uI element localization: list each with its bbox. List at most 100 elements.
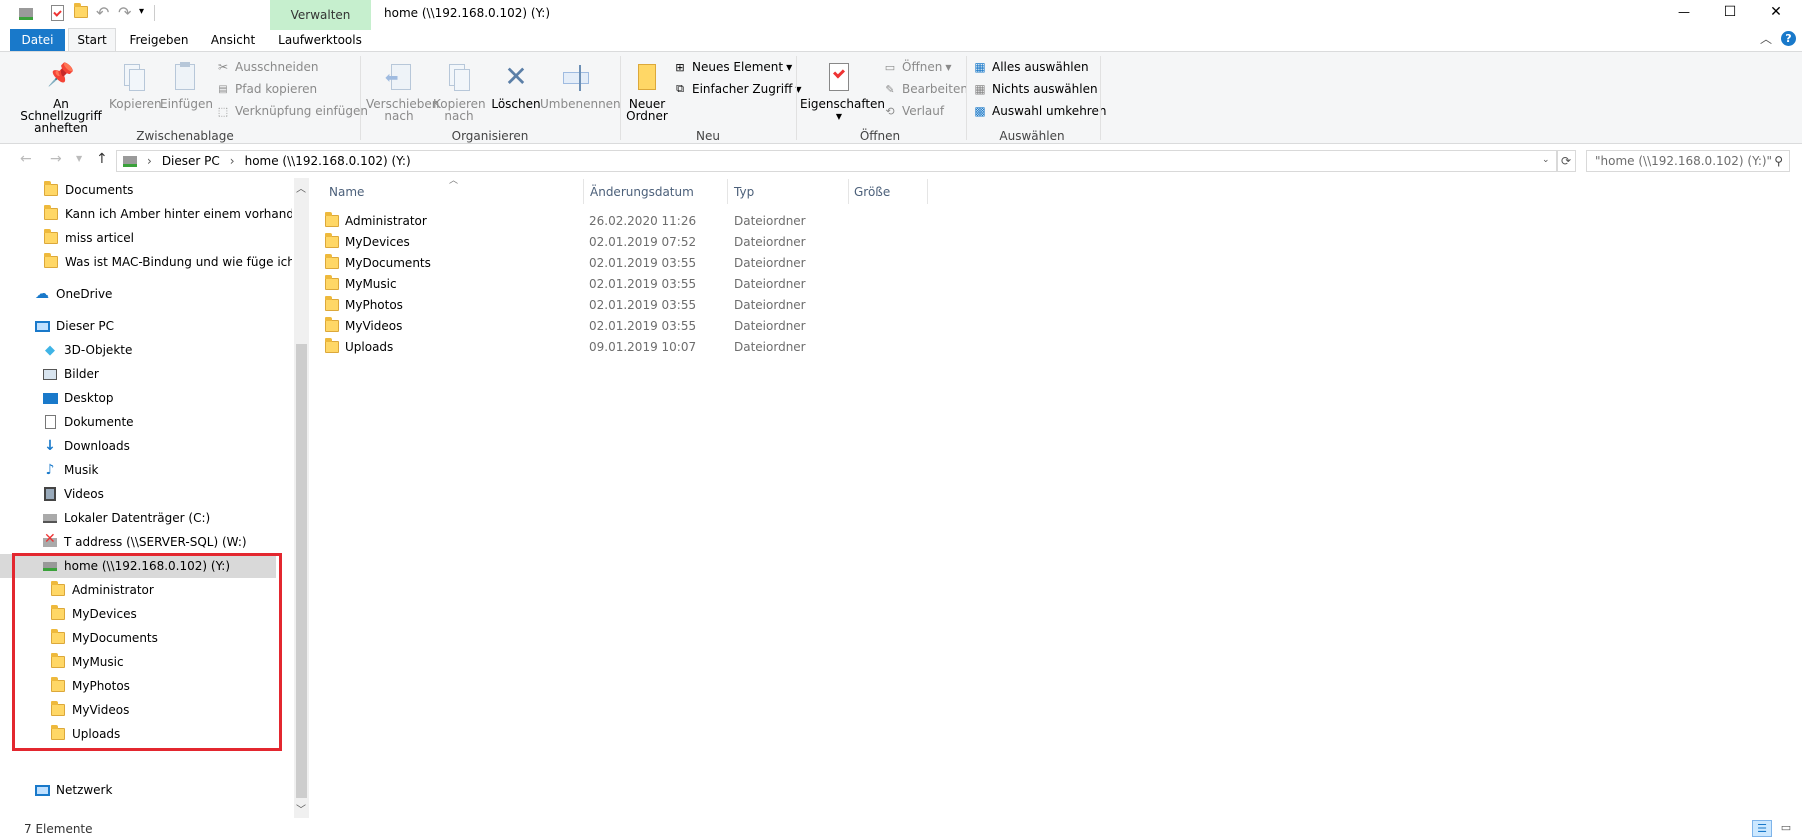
forward-button[interactable]: → <box>50 151 62 167</box>
pin-quick-access-button[interactable]: 📌 An Schnellzugriff anheften <box>14 62 108 134</box>
nav-onedrive[interactable]: ☁ OneDrive <box>0 282 292 306</box>
nav-local-disk[interactable]: Lokaler Datenträger (C:) <box>0 506 292 530</box>
nav-3d-objects[interactable]: ◆ 3D-Objekte <box>0 338 292 362</box>
recent-locations-icon[interactable]: ▼ <box>76 154 82 163</box>
properties-quick-icon[interactable] <box>51 5 64 21</box>
nav-desktop[interactable]: Desktop <box>0 386 292 410</box>
tab-datei[interactable]: Datei <box>10 29 65 51</box>
history-button[interactable]: ⟲ Verlauf <box>882 102 944 120</box>
column-separator[interactable] <box>927 179 928 204</box>
nav-disconnected-drive[interactable]: ✕ T address (\\SERVER-SQL) (W:) <box>0 530 292 554</box>
dropdown-arrow-icon: ▼ <box>786 62 793 72</box>
nav-quick-item[interactable]: Documents <box>0 178 292 202</box>
tab-start[interactable]: Start <box>68 28 116 52</box>
nav-network[interactable]: Netzwerk <box>0 778 292 802</box>
search-icon[interactable]: ⚲ <box>1774 154 1783 168</box>
app-drive-icon[interactable] <box>19 8 33 20</box>
close-button[interactable]: ✕ <box>1753 0 1799 26</box>
folder-icon <box>325 253 339 269</box>
copy-button[interactable]: Kopieren <box>109 62 162 111</box>
file-row[interactable]: Administrator 26.02.2020 11:26 Dateiordner <box>325 210 825 231</box>
column-header-size[interactable]: Größe <box>854 182 890 202</box>
redo-icon[interactable]: ↷ <box>118 3 131 22</box>
nav-downloads[interactable]: ↓ Downloads <box>0 434 292 458</box>
breadcrumb-home[interactable]: home (\\192.168.0.102) (Y:) <box>245 154 411 168</box>
scroll-down-icon[interactable]: ﹀ <box>296 801 306 816</box>
up-button[interactable]: ↑ <box>96 151 108 167</box>
file-name: MyMusic <box>345 276 397 291</box>
file-type: Dateiordner <box>734 297 806 312</box>
invert-selection-button[interactable]: ▩ Auswahl umkehren <box>972 102 1106 120</box>
minimize-button[interactable]: — <box>1661 0 1707 26</box>
address-dropdown-icon[interactable]: ⌄ <box>1542 155 1550 165</box>
help-icon[interactable]: ? <box>1781 31 1796 46</box>
highlight-box <box>12 553 282 751</box>
file-row[interactable]: MyVideos 02.01.2019 03:55 Dateiordner <box>325 315 825 336</box>
easy-access-button[interactable]: ⧉ Einfacher Zugriff ▼ <box>672 80 802 98</box>
nav-scrollbar-thumb[interactable] <box>296 344 307 798</box>
select-all-button[interactable]: ▦ Alles auswählen <box>972 58 1088 76</box>
customize-quick-access-icon[interactable]: ▾ <box>139 6 144 17</box>
search-input[interactable]: "home (\\192.168.0.102) (Y:)" ... <box>1595 154 1774 168</box>
copy-to-button[interactable]: Kopieren nach <box>433 62 486 122</box>
nav-label: 3D-Objekte <box>64 343 133 357</box>
nav-quick-item[interactable]: Was ist MAC-Bindung und wie füge ich die <box>0 250 292 274</box>
column-separator[interactable] <box>583 179 584 204</box>
properties-button[interactable]: Eigenschaften ▼ <box>800 62 885 123</box>
edit-button[interactable]: ✎ Bearbeiten <box>882 80 968 98</box>
scissors-icon: ✂ <box>217 60 229 74</box>
nav-music[interactable]: ♪ Musik <box>0 458 292 482</box>
edit-label: Bearbeiten <box>902 82 968 96</box>
copy-path-button[interactable]: ▤ Pfad kopieren <box>215 80 317 98</box>
file-name: Administrator <box>345 213 427 228</box>
breadcrumb-chevron-icon: › <box>147 154 152 168</box>
new-folder-button[interactable]: Neuer Ordner <box>624 62 670 122</box>
refresh-button[interactable]: ⟳ <box>1556 150 1576 172</box>
paste-shortcut-button[interactable]: ⬚ Verknüpfung einfügen <box>215 102 368 120</box>
cut-label: Ausschneiden <box>235 60 319 74</box>
file-row[interactable]: Uploads 09.01.2019 10:07 Dateiordner <box>325 336 825 357</box>
new-folder-quick-icon[interactable] <box>74 3 88 21</box>
history-icon: ⟲ <box>885 104 895 118</box>
open-button[interactable]: ▭ Öffnen ▼ <box>882 58 952 76</box>
file-row[interactable]: MyDevices 02.01.2019 07:52 Dateiordner <box>325 231 825 252</box>
file-row[interactable]: MyMusic 02.01.2019 03:55 Dateiordner <box>325 273 825 294</box>
select-none-button[interactable]: ▦ Nichts auswählen <box>972 80 1097 98</box>
details-view-button[interactable]: ☰ <box>1752 820 1772 837</box>
move-to-button[interactable]: ⬅ Verschieben nach <box>366 62 439 122</box>
cut-button[interactable]: ✂ Ausschneiden <box>215 58 318 76</box>
tab-ansicht[interactable]: Ansicht <box>202 29 264 51</box>
column-header-date[interactable]: Änderungsdatum <box>590 182 694 202</box>
column-separator[interactable] <box>848 179 849 204</box>
column-header-type[interactable]: Typ <box>734 182 754 202</box>
nav-this-pc[interactable]: Dieser PC <box>0 314 292 338</box>
breadcrumb-this-pc[interactable]: Dieser PC <box>162 154 220 168</box>
nav-quick-item[interactable]: Kann ich Amber hinter einem vorhandenen <box>0 202 292 226</box>
paste-button[interactable]: Einfügen <box>160 62 213 110</box>
nav-label: Documents <box>65 183 134 197</box>
new-item-button[interactable]: ⊞ Neues Element ▼ <box>672 58 792 76</box>
nav-videos[interactable]: Videos <box>0 482 292 506</box>
search-box[interactable]: "home (\\192.168.0.102) (Y:)" ... ⚲ <box>1586 150 1790 172</box>
nav-pictures[interactable]: Bilder <box>0 362 292 386</box>
rename-label: Umbenennen <box>540 97 621 111</box>
scroll-up-icon[interactable]: ︿ <box>296 180 306 195</box>
tab-laufwerktools[interactable]: Laufwerktools <box>272 29 368 51</box>
file-row[interactable]: MyPhotos 02.01.2019 03:55 Dateiordner <box>325 294 825 315</box>
rename-button[interactable]: Umbenennen <box>540 62 621 111</box>
nav-quick-item[interactable]: miss articel <box>0 226 292 250</box>
column-separator[interactable] <box>727 179 728 204</box>
maximize-button[interactable]: ☐ <box>1707 0 1753 26</box>
tab-freigeben[interactable]: Freigeben <box>124 29 194 51</box>
back-button[interactable]: ← <box>20 151 32 167</box>
delete-button[interactable]: ✕ Löschen <box>490 62 542 111</box>
breadcrumb-chevron-icon: › <box>229 154 235 168</box>
ribbon-collapse-icon[interactable]: ︿ <box>1760 30 1772 47</box>
large-icons-view-button[interactable]: ▭ <box>1776 820 1796 837</box>
column-header-name[interactable]: Name <box>329 182 364 202</box>
address-bar[interactable]: › Dieser PC › home (\\192.168.0.102) (Y:… <box>116 150 1558 172</box>
undo-icon[interactable]: ↶ <box>96 3 109 22</box>
copy-label: Kopieren <box>109 97 162 111</box>
nav-documents[interactable]: Dokumente <box>0 410 292 434</box>
file-row[interactable]: MyDocuments 02.01.2019 03:55 Dateiordner <box>325 252 825 273</box>
